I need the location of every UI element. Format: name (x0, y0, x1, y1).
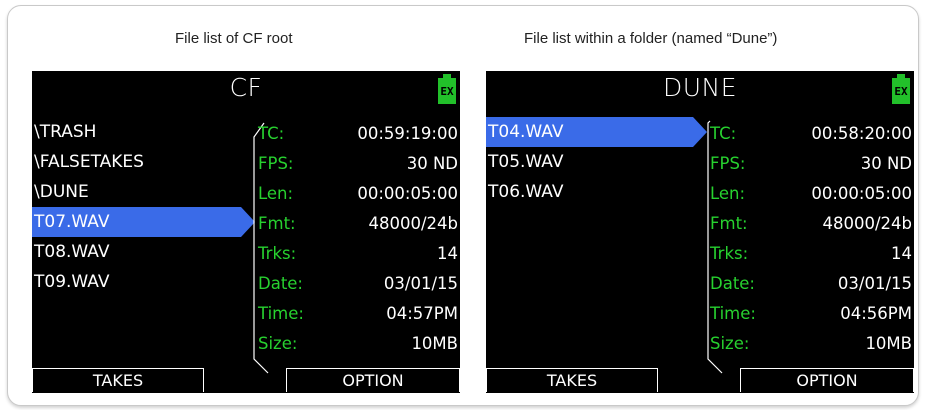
info-value: 03/01/15 (383, 274, 458, 293)
battery-icon: EX (892, 74, 910, 104)
caption-cf-root: File list of CF root (175, 30, 293, 47)
option-softkey[interactable]: OPTION (740, 368, 914, 392)
screen-title: DUNE (662, 73, 738, 102)
info-label: Size: (258, 334, 298, 353)
info-value: 48000/24b (822, 214, 912, 233)
info-value: 10MB (411, 334, 458, 353)
info-label: FPS: (710, 154, 746, 173)
file-info-panel: TC: 00:59:19:00 FPS: 30 ND Len: 00:00:05… (258, 119, 458, 359)
info-row-tc: TC: 00:58:20:00 (710, 119, 912, 149)
info-value: 48000/24b (368, 214, 458, 233)
info-label: Trks: (258, 244, 297, 263)
info-value: 00:00:05:00 (811, 184, 912, 203)
info-row-fmt: Fmt: 48000/24b (710, 209, 912, 239)
option-softkey[interactable]: OPTION (286, 368, 460, 392)
info-row-tc: TC: 00:59:19:00 (258, 119, 458, 149)
info-value: 14 (437, 244, 458, 263)
info-value: 03/01/15 (837, 274, 912, 293)
info-label: Time: (710, 304, 756, 323)
info-label: Fmt: (258, 214, 296, 233)
info-value: 30 ND (406, 154, 458, 173)
info-row-size: Size: 10MB (258, 329, 458, 359)
battery-label: EX (438, 78, 456, 104)
info-row-trks: Trks: 14 (710, 239, 912, 269)
info-row-date: Date: 03/01/15 (258, 269, 458, 299)
info-row-len: Len: 00:00:05:00 (710, 179, 912, 209)
device-screen-dune-folder: DUNE EX T04.WAV T05.WAV T06.WAV TC: 00:5… (486, 71, 914, 393)
takes-softkey[interactable]: TAKES (32, 368, 204, 392)
info-row-fps: FPS: 30 ND (258, 149, 458, 179)
info-label: FPS: (258, 154, 294, 173)
info-value: 30 ND (860, 154, 912, 173)
info-row-size: Size: 10MB (710, 329, 912, 359)
info-label: TC: (258, 124, 285, 143)
info-value: 04:56PM (840, 304, 912, 323)
info-row-time: Time: 04:56PM (710, 299, 912, 329)
info-label: Trks: (710, 244, 749, 263)
file-info-panel: TC: 00:58:20:00 FPS: 30 ND Len: 00:00:05… (710, 119, 912, 359)
info-row-len: Len: 00:00:05:00 (258, 179, 458, 209)
info-label: Fmt: (710, 214, 748, 233)
info-value: 00:00:05:00 (357, 184, 458, 203)
info-value: 14 (891, 244, 912, 263)
takes-softkey[interactable]: TAKES (486, 368, 658, 392)
info-label: Len: (258, 184, 294, 203)
info-label: Len: (710, 184, 746, 203)
info-row-time: Time: 04:57PM (258, 299, 458, 329)
info-label: Size: (710, 334, 750, 353)
info-row-trks: Trks: 14 (258, 239, 458, 269)
screen-title: CF (229, 73, 263, 102)
info-value: 00:58:20:00 (811, 124, 912, 143)
info-value: 04:57PM (386, 304, 458, 323)
info-label: Time: (258, 304, 304, 323)
device-screen-cf-root: CF EX \TRASH \FALSETAKES \DUNE T07.WAV T… (32, 71, 460, 393)
info-value: 00:59:19:00 (357, 124, 458, 143)
info-row-fmt: Fmt: 48000/24b (258, 209, 458, 239)
info-label: Date: (710, 274, 755, 293)
caption-dune-folder: File list within a folder (named “Dune”) (524, 30, 778, 47)
info-label: Date: (258, 274, 303, 293)
info-row-date: Date: 03/01/15 (710, 269, 912, 299)
info-label: TC: (710, 124, 737, 143)
battery-icon: EX (438, 74, 456, 104)
info-row-fps: FPS: 30 ND (710, 149, 912, 179)
info-value: 10MB (865, 334, 912, 353)
battery-label: EX (892, 78, 910, 104)
